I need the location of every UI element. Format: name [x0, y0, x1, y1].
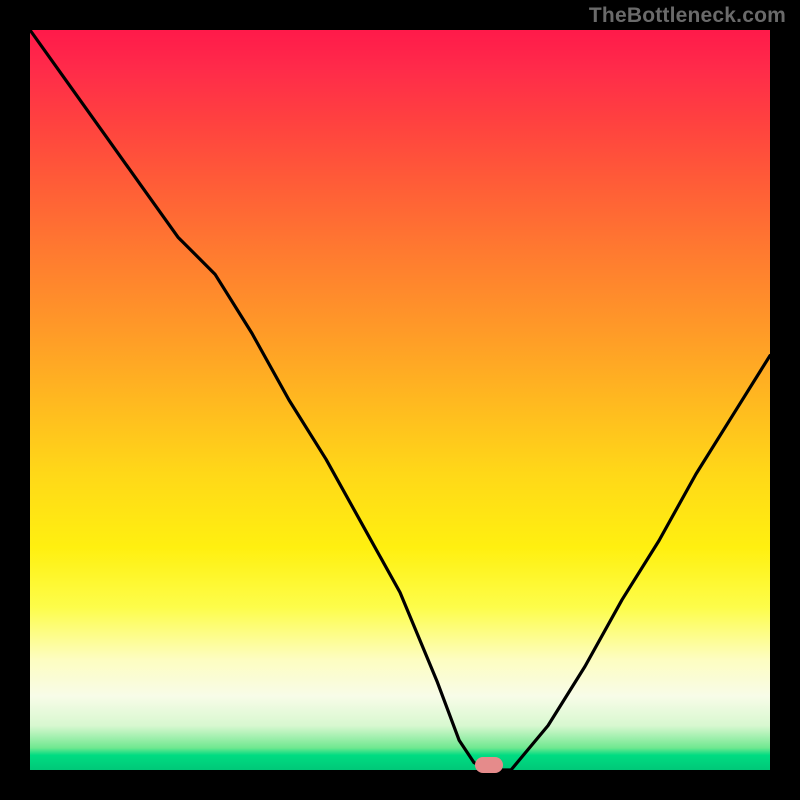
- chart-container: TheBottleneck.com: [0, 0, 800, 800]
- bottleneck-marker: [475, 757, 503, 773]
- bottleneck-curve: [30, 30, 770, 770]
- watermark-text: TheBottleneck.com: [589, 4, 786, 28]
